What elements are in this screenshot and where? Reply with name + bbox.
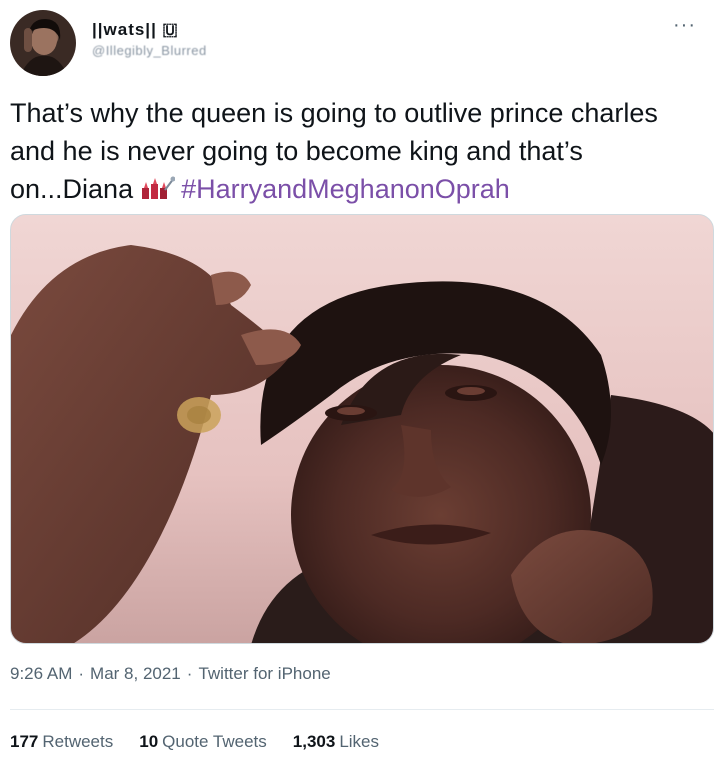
- quote-tweets-stat[interactable]: 10 Quote Tweets: [139, 732, 267, 752]
- quote-tweets-label: Quote Tweets: [162, 732, 267, 751]
- tweet-source-app[interactable]: Twitter for iPhone: [198, 664, 330, 684]
- divider: [10, 709, 714, 710]
- quote-tweets-count: 10: [139, 732, 159, 751]
- tweet-stats: 177 Retweets 10 Quote Tweets 1,303 Likes: [10, 732, 379, 752]
- retweets-stat[interactable]: 177 Retweets: [10, 732, 113, 752]
- display-name-text[interactable]: ||wats|| 🇺: [92, 20, 179, 40]
- likes-stat[interactable]: 1,303 Likes: [293, 732, 379, 752]
- user-info: ||wats|| 🇺 @Illegibly_Blurred: [92, 20, 207, 58]
- retweets-label: Retweets: [42, 732, 114, 751]
- retweets-count: 177: [10, 732, 39, 751]
- user-handle[interactable]: @Illegibly_Blurred: [92, 43, 207, 58]
- meta-separator-2: ·: [186, 664, 193, 683]
- more-icon[interactable]: ···: [673, 14, 696, 37]
- tweet-media-image[interactable]: [10, 214, 714, 644]
- meta-separator: ·: [78, 664, 85, 683]
- lipstick-emoji-icon: [141, 172, 176, 199]
- avatar[interactable]: [10, 10, 76, 76]
- tweet-header: ||wats|| 🇺 @Illegibly_Blurred ···: [10, 10, 710, 80]
- display-name[interactable]: ||wats|| 🇺: [92, 20, 207, 40]
- tweet-meta: 9:26 AM · Mar 8, 2021 · Twitter for iPho…: [10, 664, 331, 684]
- tweet-text: That’s why the queen is going to outlive…: [10, 94, 710, 208]
- likes-label: Likes: [339, 732, 379, 751]
- tweet-date[interactable]: Mar 8, 2021: [90, 664, 181, 684]
- tweet-time[interactable]: 9:26 AM: [10, 664, 72, 684]
- hashtag-link[interactable]: #HarryandMeghanonOprah: [181, 174, 510, 204]
- likes-count: 1,303: [292, 732, 336, 751]
